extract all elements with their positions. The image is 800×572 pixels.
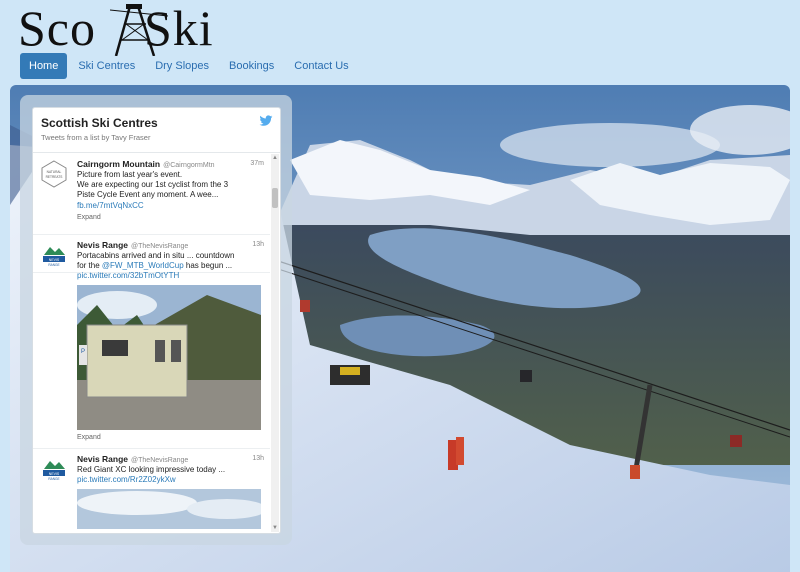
author-handle[interactable]: @TheNevisRange: [131, 243, 188, 250]
tweet-line: We are expecting our 1st cyclist from th…: [77, 180, 229, 190]
avatar[interactable]: NATURAL RETREATS: [40, 160, 68, 188]
tweet-link[interactable]: pic.twitter.com/32bTmOtYTH: [77, 271, 263, 281]
tweet-text: Picture from last year's event. We are e…: [77, 170, 263, 211]
tweet-time[interactable]: 13h: [252, 455, 264, 462]
tweet-text: Portacabins arrived and in situ ... coun…: [77, 251, 263, 282]
avatar[interactable]: NEVIS RANGE: [40, 455, 68, 483]
tweet-link[interactable]: fb.me/7mtVqNxCC: [77, 201, 263, 211]
avatar[interactable]: NEVIS RANGE: [40, 241, 68, 269]
widget-subtitle: Tweets from a list by Tavy Fraser: [41, 133, 151, 142]
twitter-bird-icon[interactable]: [259, 115, 273, 127]
tweet-line-text: has begun ...: [183, 261, 233, 271]
logo-text-left: Sco: [18, 0, 96, 56]
svg-text:NEVIS: NEVIS: [49, 258, 60, 262]
tweet-text: Red Giant XC looking impressive today ..…: [77, 465, 263, 485]
nav-dry-slopes[interactable]: Dry Slopes: [146, 53, 218, 79]
tweet-link[interactable]: pic.twitter.com/Rr2Z02ykXw: [77, 475, 263, 485]
widget-title[interactable]: Scottish Ski Centres: [41, 116, 158, 130]
svg-text:NATURAL: NATURAL: [47, 170, 62, 174]
nav-bookings[interactable]: Bookings: [220, 53, 283, 79]
nav-contact-us[interactable]: Contact Us: [285, 53, 357, 79]
main-nav: Home Ski Centres Dry Slopes Bookings Con…: [20, 53, 360, 79]
scroll-up-arrow-icon[interactable]: ▲: [271, 154, 279, 162]
widget-header: Scottish Ski Centres Tweets from a list …: [33, 108, 280, 153]
svg-text:RANGE: RANGE: [48, 477, 59, 481]
author-name[interactable]: Cairngorm Mountain: [77, 159, 160, 169]
twitter-widget: Scottish Ski Centres Tweets from a list …: [32, 107, 281, 534]
tweet-line: Picture from last year's event.: [77, 170, 183, 179]
svg-text:RANGE: RANGE: [48, 263, 59, 267]
scroll-down-arrow-icon[interactable]: ▼: [271, 524, 279, 532]
expand-link[interactable]: Expand: [77, 434, 101, 441]
scroll-thumb[interactable]: [272, 188, 278, 208]
site-logo[interactable]: Sco Ski: [18, 0, 214, 56]
tweet-author[interactable]: Nevis Range @TheNevisRange: [77, 240, 188, 250]
nav-home[interactable]: Home: [20, 53, 68, 79]
tweet-line: for the @FW_MTB_WorldCup has begun ...: [77, 261, 263, 271]
tweet-line: Piste Cycle Event any moment. A wee...: [77, 190, 219, 200]
author-handle[interactable]: @TheNevisRange: [131, 457, 188, 464]
tweet-author[interactable]: Nevis Range @TheNevisRange: [77, 454, 188, 464]
tweet-time[interactable]: 13h: [252, 241, 264, 248]
nav-ski-centres[interactable]: Ski Centres: [69, 53, 144, 79]
widget-scrollbar[interactable]: ▲ ▼: [271, 154, 279, 532]
author-name[interactable]: Nevis Range: [77, 454, 128, 464]
mention-link[interactable]: @FW_MTB_WorldCup: [102, 261, 184, 270]
tweet-list[interactable]: NATURAL RETREATS Cairngorm Mountain @Cair…: [33, 154, 270, 533]
tweet-photo[interactable]: [77, 489, 261, 529]
chairlift-pylon-icon: [110, 4, 168, 56]
svg-text:P: P: [81, 349, 85, 355]
svg-text:NEVIS: NEVIS: [49, 472, 60, 476]
author-handle[interactable]: @CairngormMtn: [163, 162, 214, 169]
expand-link[interactable]: Expand: [77, 214, 101, 221]
tweet-item[interactable]: NEVIS RANGE Nevis Range @TheNevisRange 13…: [33, 448, 270, 533]
tweet-line: Portacabins arrived and in situ ... coun…: [77, 251, 235, 260]
tweet-line: Red Giant XC looking impressive today ..…: [77, 465, 226, 474]
tweet-item[interactable]: NEVIS RANGE Nevis Range @TheNevisRange 13…: [33, 234, 270, 449]
tweet-time[interactable]: 37m: [250, 160, 264, 167]
author-name[interactable]: Nevis Range: [77, 240, 128, 250]
tweet-photo[interactable]: P: [77, 285, 261, 430]
tweet-author[interactable]: Cairngorm Mountain @CairngormMtn: [77, 159, 215, 169]
tweet-line-text: for the: [77, 261, 102, 271]
svg-text:RETREATS: RETREATS: [46, 175, 63, 179]
